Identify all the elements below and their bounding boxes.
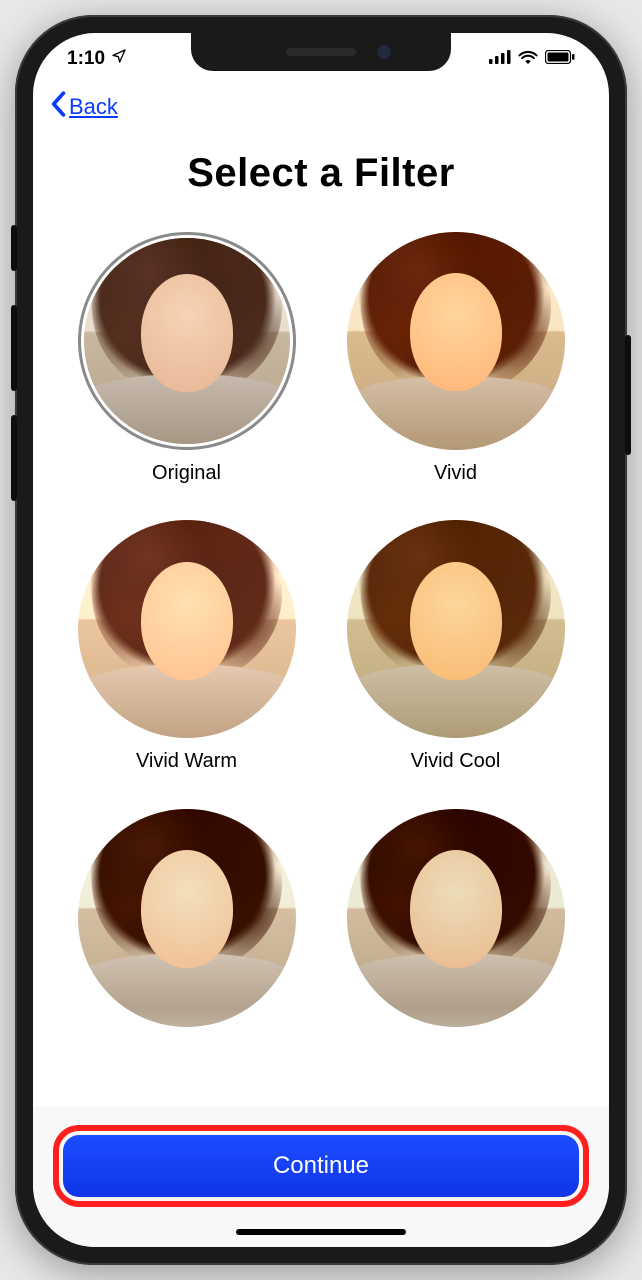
- back-button[interactable]: Back: [49, 91, 118, 123]
- filter-grid[interactable]: Original Vivid Vivid Warm: [33, 232, 609, 1032]
- filter-label: Vivid Warm: [136, 750, 237, 773]
- filter-thumbnail: [347, 520, 565, 738]
- front-camera: [377, 45, 391, 59]
- cellular-signal-icon: [489, 48, 511, 70]
- status-time: 1:10: [67, 48, 105, 70]
- volume-up-button: [11, 305, 17, 391]
- chevron-left-icon: [49, 91, 67, 123]
- filter-option-vivid-warm[interactable]: Vivid Warm: [65, 520, 308, 778]
- continue-label: Continue: [273, 1152, 369, 1180]
- filter-option-more-1[interactable]: [65, 809, 308, 1032]
- silence-switch: [11, 225, 17, 271]
- screen: 1:10: [33, 33, 609, 1247]
- filter-thumbnail: [347, 232, 565, 450]
- filter-thumbnail: [78, 809, 296, 1027]
- wifi-icon: [518, 48, 538, 70]
- bottom-bar: Continue: [33, 1107, 609, 1247]
- battery-icon: [545, 48, 575, 70]
- filter-option-vivid[interactable]: Vivid: [334, 232, 577, 490]
- continue-button[interactable]: Continue: [63, 1135, 579, 1197]
- volume-down-button: [11, 415, 17, 501]
- page-title: Select a Filter: [33, 151, 609, 196]
- filter-option-original[interactable]: Original: [65, 232, 308, 490]
- filter-thumbnail: [347, 809, 565, 1027]
- filter-label: Original: [152, 462, 221, 485]
- speaker-grille: [286, 48, 356, 56]
- filter-label: Vivid Cool: [411, 750, 501, 773]
- location-arrow-icon: [111, 48, 127, 70]
- back-label: Back: [69, 94, 118, 120]
- filter-label: Vivid: [434, 462, 477, 485]
- filter-option-more-2[interactable]: [334, 809, 577, 1032]
- nav-bar: Back: [33, 85, 609, 123]
- notch: [191, 33, 451, 71]
- side-button: [625, 335, 631, 455]
- annotation-highlight: Continue: [53, 1125, 589, 1207]
- filter-thumbnail: [78, 520, 296, 738]
- home-indicator[interactable]: [236, 1229, 406, 1235]
- filter-thumbnail: [78, 232, 296, 450]
- filter-option-vivid-cool[interactable]: Vivid Cool: [334, 520, 577, 778]
- phone-frame: 1:10: [15, 15, 627, 1265]
